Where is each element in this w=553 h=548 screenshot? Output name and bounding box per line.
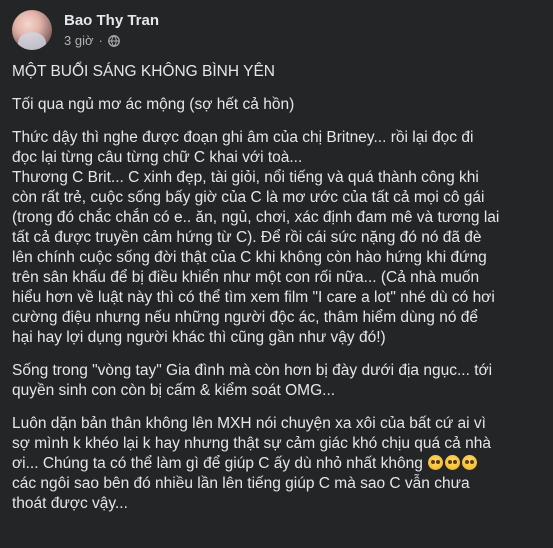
post-header: Bao Thy Tran 3 giờ · xyxy=(12,8,159,52)
crying-face-emoji xyxy=(428,455,444,470)
post-paragraph-last: Luôn dặn bản thân không lên MXH nói chuy… xyxy=(12,414,537,514)
crying-face-emoji xyxy=(445,455,461,470)
post-title-paragraph: MỘT BUỔI SÁNG KHÔNG BÌNH YÊN xyxy=(12,63,275,80)
post-timestamp[interactable]: 3 giờ xyxy=(64,33,94,49)
author-avatar[interactable] xyxy=(12,10,52,50)
globe-icon[interactable] xyxy=(107,35,120,47)
post-subline: 3 giờ · xyxy=(64,33,159,49)
facebook-post: Bao Thy Tran 3 giờ · MỘT BUỔI SÁNG KHÔNG… xyxy=(0,0,553,548)
post-paragraph: Tối qua ngủ mơ ác mộng (sợ hết cả hồn) xyxy=(12,96,295,113)
post-meta: Bao Thy Tran 3 giờ · xyxy=(64,11,159,49)
post-paragraph: Sống trong "vòng tay" Gia đình mà còn hơ… xyxy=(12,362,493,399)
separator-dot: · xyxy=(98,33,103,48)
post-text-segment: các ngôi sao bên đó nhiều lần lên tiếng … xyxy=(12,475,470,512)
author-name[interactable]: Bao Thy Tran xyxy=(64,11,159,30)
post-paragraph: Thức dậy thì nghe được đoạn ghi âm của c… xyxy=(12,129,500,346)
crying-face-emoji xyxy=(462,455,478,470)
post-body: MỘT BUỔI SÁNG KHÔNG BÌNH YÊN Tối qua ngủ… xyxy=(12,62,537,527)
post-text-segment: Luôn dặn bản thân không lên MXH nói chuy… xyxy=(12,415,491,472)
